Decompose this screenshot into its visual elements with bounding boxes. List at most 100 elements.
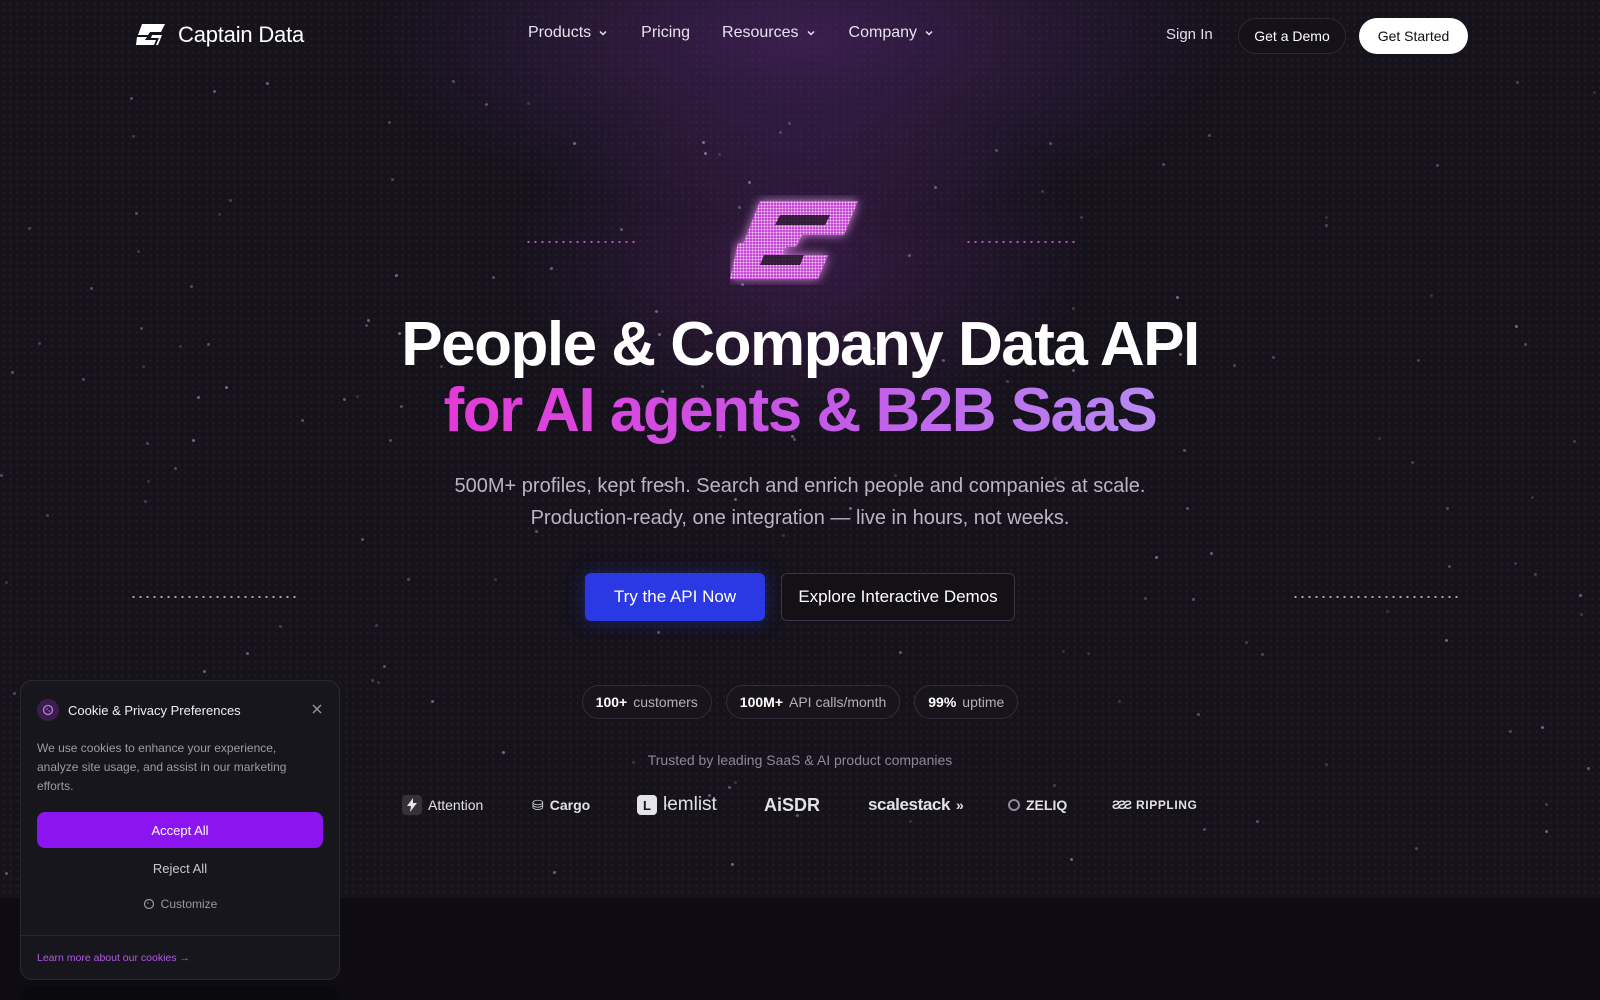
- nav-resources-label: Resources: [722, 24, 799, 41]
- star-dot: [266, 82, 269, 85]
- star-dot: [1411, 461, 1414, 464]
- star-dot: [494, 578, 497, 581]
- logo-aisdr: AiSDR: [764, 793, 820, 817]
- star-dot: [553, 871, 556, 874]
- hero-title-line-1: People & Company Data API: [401, 310, 1200, 379]
- logo-zeliq: ZELIQ: [1008, 793, 1067, 817]
- cargo-mark-icon: ⛁: [532, 796, 544, 813]
- accept-all-button[interactable]: Accept All: [37, 812, 323, 848]
- nav-company-label: Company: [848, 24, 918, 41]
- star-dot: [1144, 597, 1147, 600]
- stat-label: API calls/month: [789, 694, 887, 710]
- star-dot: [485, 103, 488, 106]
- star-dot: [1186, 507, 1189, 510]
- star-dot: [1531, 496, 1534, 499]
- star-dot: [1062, 650, 1065, 653]
- star-dot: [1256, 820, 1259, 823]
- star-dot: [1509, 730, 1512, 733]
- nav-products[interactable]: Products: [528, 24, 609, 42]
- stat-pill: 100M+ API calls/month: [725, 685, 901, 719]
- star-dot: [388, 121, 391, 124]
- get-demo-button[interactable]: Get a Demo: [1238, 18, 1346, 54]
- learn-more-cookies-link[interactable]: Learn more about our cookies →: [37, 952, 190, 964]
- nav-resources[interactable]: Resources: [722, 24, 816, 42]
- cookie-icon: [37, 699, 59, 721]
- star-dot: [190, 285, 193, 288]
- stat-label: customers: [633, 694, 698, 710]
- decorative-dotted-line: [965, 241, 1075, 243]
- star-dot: [492, 276, 495, 279]
- logo-text: Cargo: [549, 797, 591, 813]
- star-dot: [144, 500, 147, 503]
- logo-text: Attention: [428, 797, 484, 813]
- sign-in-link[interactable]: Sign In: [1166, 26, 1213, 43]
- star-dot: [229, 199, 232, 202]
- nav-company[interactable]: Company: [849, 24, 935, 42]
- customize-button[interactable]: Customize: [37, 897, 323, 911]
- star-dot: [1176, 296, 1179, 299]
- primary-nav: Products Pricing Resources Company: [528, 24, 967, 42]
- star-dot: [1448, 565, 1451, 568]
- hero-subtitle: 500M+ profiles, kept fresh. Search and e…: [454, 475, 1146, 529]
- explore-demos-button[interactable]: Explore Interactive Demos: [781, 573, 1015, 621]
- star-dot: [1446, 507, 1449, 510]
- star-dot: [779, 131, 782, 134]
- star-dot: [657, 631, 660, 634]
- top-nav: Captain Data Products Pricing Resources …: [0, 0, 1600, 72]
- star-dot: [731, 863, 734, 866]
- nav-pricing[interactable]: Pricing: [641, 24, 690, 42]
- star-dot: [1541, 726, 1544, 729]
- reject-all-button[interactable]: Reject All: [37, 861, 323, 883]
- try-api-button[interactable]: Try the API Now: [585, 573, 765, 621]
- cookie-consent-panel: Cookie & Privacy Preferences We use cook…: [20, 680, 340, 980]
- star-dot: [550, 267, 553, 270]
- star-dot: [0, 474, 3, 477]
- cookie-header: Cookie & Privacy Preferences: [37, 699, 241, 721]
- brand-name: Captain Data: [178, 22, 305, 47]
- stat-value: 99%: [928, 694, 957, 710]
- cookie-icon: [143, 898, 154, 910]
- get-started-button[interactable]: Get Started: [1359, 18, 1468, 54]
- stat-value: 100M+: [739, 694, 783, 710]
- star-dot: [147, 480, 150, 483]
- star-dot: [995, 149, 998, 152]
- star-dot: [934, 186, 937, 189]
- stat-pill: 100+ customers: [581, 685, 712, 719]
- hero-title-gradient-text: for AI agents & B2B SaaS: [443, 376, 1158, 445]
- star-dot: [130, 97, 133, 100]
- star-dot: [1210, 552, 1213, 555]
- star-dot: [728, 786, 731, 789]
- star-dot: [527, 102, 530, 105]
- star-dot: [1162, 163, 1165, 166]
- star-dot: [1087, 652, 1090, 655]
- bottom-dock-bar: [20, 986, 340, 1000]
- star-dot: [391, 178, 394, 181]
- decorative-dotted-line: [1292, 596, 1462, 598]
- star-dot: [5, 581, 8, 584]
- logo-attention: Attention: [402, 793, 483, 817]
- close-icon[interactable]: [311, 703, 323, 715]
- star-dot: [377, 681, 380, 684]
- star-dot: [620, 228, 623, 231]
- star-dot: [246, 652, 249, 655]
- star-dot: [704, 152, 707, 155]
- brand-logo[interactable]: Captain Data: [134, 22, 304, 48]
- star-dot: [90, 287, 93, 290]
- star-dot: [1208, 134, 1211, 137]
- star-dot: [909, 820, 912, 823]
- zeliq-mark-icon: [1008, 799, 1020, 811]
- star-dot: [1436, 164, 1439, 167]
- logo-cargo: ⛁ Cargo: [532, 793, 590, 817]
- star-dot: [407, 578, 410, 581]
- star-dot: [1325, 216, 1328, 219]
- logo-text: RIPPLING: [1136, 798, 1198, 812]
- star-dot: [1183, 449, 1186, 452]
- star-dot: [1080, 216, 1083, 219]
- lemlist-mark-icon: L: [637, 795, 657, 815]
- star-dot: [218, 213, 221, 216]
- star-dot: [1579, 594, 1582, 597]
- star-dot: [1445, 639, 1448, 642]
- star-dot: [1545, 803, 1548, 806]
- star-dot: [375, 624, 378, 627]
- star-dot: [1516, 81, 1519, 84]
